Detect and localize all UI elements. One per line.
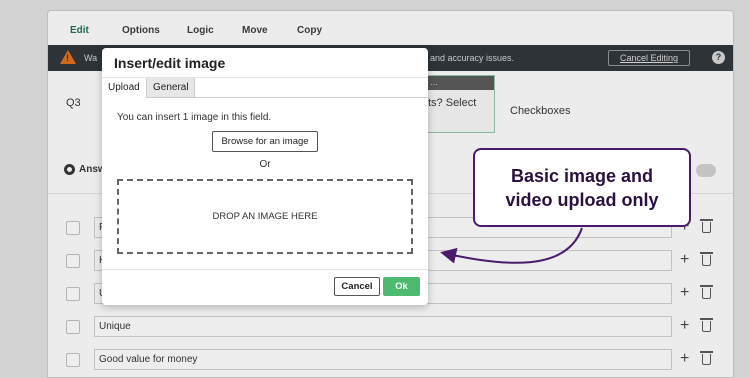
upload-hint: You can insert 1 image in this field. <box>117 112 272 123</box>
answer-row: Good value for money + <box>66 349 726 371</box>
tab-logic[interactable]: Logic <box>187 25 214 36</box>
answer-checkbox[interactable] <box>66 254 80 268</box>
toggle-switch[interactable] <box>696 164 716 177</box>
answer-row: Unique + <box>66 316 726 338</box>
cancel-button[interactable]: Cancel <box>334 277 380 296</box>
warning-icon: ! <box>60 50 76 64</box>
answer-checkbox[interactable] <box>66 320 80 334</box>
tab-upload[interactable]: Upload <box>102 78 147 98</box>
browse-image-button[interactable]: Browse for an image <box>212 131 318 152</box>
or-label: Or <box>259 159 271 170</box>
delete-answer-icon[interactable] <box>700 285 713 299</box>
add-answer-icon[interactable]: + <box>680 251 689 269</box>
delete-answer-icon[interactable] <box>700 252 713 266</box>
question-type[interactable]: Checkboxes <box>510 105 571 117</box>
tab-general[interactable]: General <box>147 78 195 98</box>
tab-divider <box>195 97 428 98</box>
callout-line-2: video upload only <box>505 190 659 210</box>
image-dropzone[interactable]: DROP AN IMAGE HERE <box>117 179 413 254</box>
question-number: Q3 <box>66 97 81 109</box>
add-answer-icon[interactable]: + <box>680 350 689 368</box>
answer-field[interactable]: Good value for money <box>94 349 672 370</box>
tab-copy[interactable]: Copy <box>297 25 322 36</box>
delete-answer-icon[interactable] <box>700 351 713 365</box>
answer-checkbox[interactable] <box>66 353 80 367</box>
annotation-callout: Basic image and video upload only <box>473 148 691 227</box>
add-answer-icon[interactable]: + <box>680 317 689 335</box>
answers-label: Answ <box>64 164 106 175</box>
dialog-title: Insert/edit image <box>114 55 226 71</box>
delete-answer-icon[interactable] <box>700 219 713 233</box>
tab-edit[interactable]: Edit <box>70 25 89 36</box>
answer-checkbox[interactable] <box>66 287 80 301</box>
callout-line-1: Basic image and <box>510 166 654 186</box>
radio-icon[interactable] <box>64 164 75 175</box>
add-answer-icon[interactable]: + <box>680 284 689 302</box>
tab-options[interactable]: Options <box>122 25 160 36</box>
cancel-editing-button[interactable]: Cancel Editing <box>608 50 690 66</box>
answer-field[interactable]: Unique <box>94 316 672 337</box>
ok-button[interactable]: Ok <box>383 277 420 296</box>
insert-image-dialog: Insert/edit image Upload General You can… <box>102 48 428 305</box>
editor-toolbar[interactable]: … <box>424 76 494 90</box>
banner-text-right: and accuracy issues. <box>430 53 515 63</box>
question-text: ts? Select <box>428 97 477 109</box>
answer-checkbox[interactable] <box>66 221 80 235</box>
dialog-footer-divider <box>102 269 428 270</box>
tab-move[interactable]: Move <box>242 25 268 36</box>
banner-text: Wa <box>84 53 98 63</box>
help-icon[interactable]: ? <box>712 51 725 64</box>
delete-answer-icon[interactable] <box>700 318 713 332</box>
